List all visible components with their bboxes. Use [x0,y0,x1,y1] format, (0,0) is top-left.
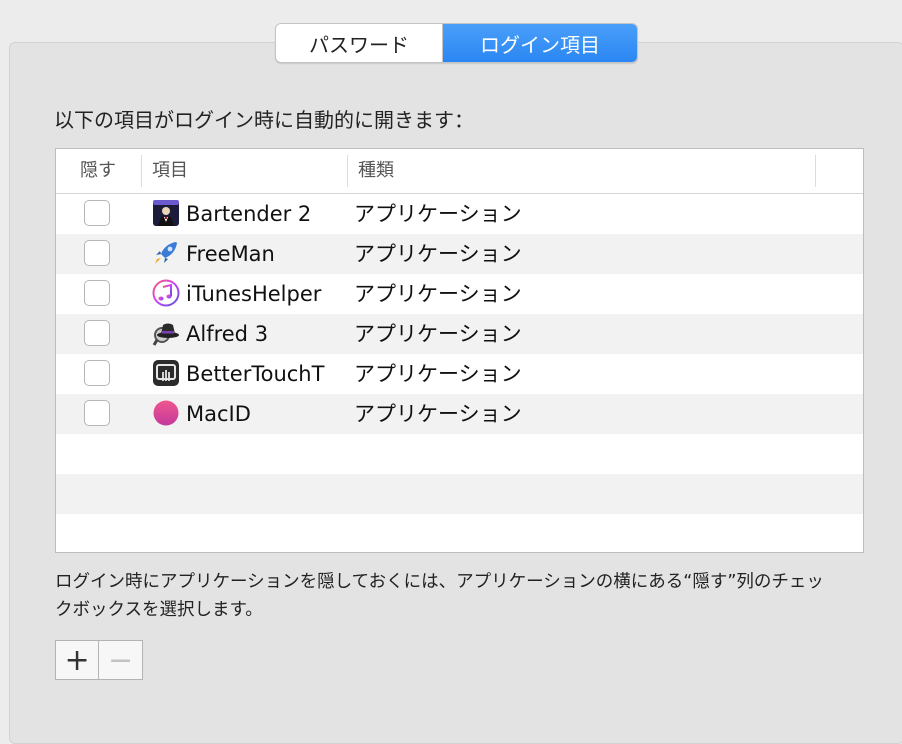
alfred-hat-icon [152,319,180,347]
hide-checkbox[interactable] [84,280,110,306]
help-text: ログイン時にアプリケーションを隠しておくには、アプリケーションの横にある“隠す”… [55,572,824,620]
app-name: BetterTouchT [186,362,325,386]
table-row[interactable]: Alfred 3 アプリケーション [56,314,863,354]
rocket-icon [152,239,180,267]
bartender-icon [152,199,180,227]
tab-password[interactable]: パスワード [276,24,443,62]
segmented-control: パスワード ログイン項目 [275,23,638,63]
login-items-table: 隠す 項目 種類 Bartender 2 アプリケーション FreeMan アプ… [55,148,864,553]
macid-icon [152,399,180,427]
app-kind: アプリケーション [354,282,522,306]
table-header: 隠す 項目 種類 [56,149,863,194]
app-kind: アプリケーション [354,362,522,386]
app-name: Alfred 3 [186,322,269,346]
add-remove-buttons: + − [55,640,143,680]
column-header-kind[interactable]: 種類 [358,149,394,193]
login-items-heading: 以下の項目がログイン時に自動的に開きます： [54,108,474,132]
table-row[interactable]: iTunesHelper アプリケーション [56,274,863,314]
app-kind: アプリケーション [354,402,522,426]
app-name: Bartender 2 [186,202,312,226]
app-kind: アプリケーション [354,202,522,226]
app-name: FreeMan [186,242,275,266]
hide-checkbox[interactable] [84,240,110,266]
itunes-icon [152,279,180,307]
hide-checkbox[interactable] [84,360,110,386]
bettertouchtool-icon [152,359,180,387]
empty-row [56,474,863,514]
hide-checkbox[interactable] [84,200,110,226]
add-button[interactable]: + [56,641,100,679]
tab-login-items[interactable]: ログイン項目 [443,24,637,62]
column-header-hide[interactable]: 隠す [80,149,116,193]
app-kind: アプリケーション [354,322,522,346]
empty-row [56,514,863,552]
column-divider [815,155,816,187]
column-header-item[interactable]: 項目 [152,149,188,193]
remove-button[interactable]: − [99,641,142,679]
hide-checkbox[interactable] [84,320,110,346]
table-row[interactable]: MacID アプリケーション [56,394,863,434]
column-divider [347,155,348,187]
table-row[interactable]: Bartender 2 アプリケーション [56,194,863,234]
empty-row [56,434,863,474]
column-divider [141,155,142,187]
app-kind: アプリケーション [354,242,522,266]
app-name: MacID [186,402,251,426]
table-row[interactable]: BetterTouchT アプリケーション [56,354,863,394]
hide-checkbox[interactable] [84,400,110,426]
table-row[interactable]: FreeMan アプリケーション [56,234,863,274]
app-name: iTunesHelper [186,282,322,306]
